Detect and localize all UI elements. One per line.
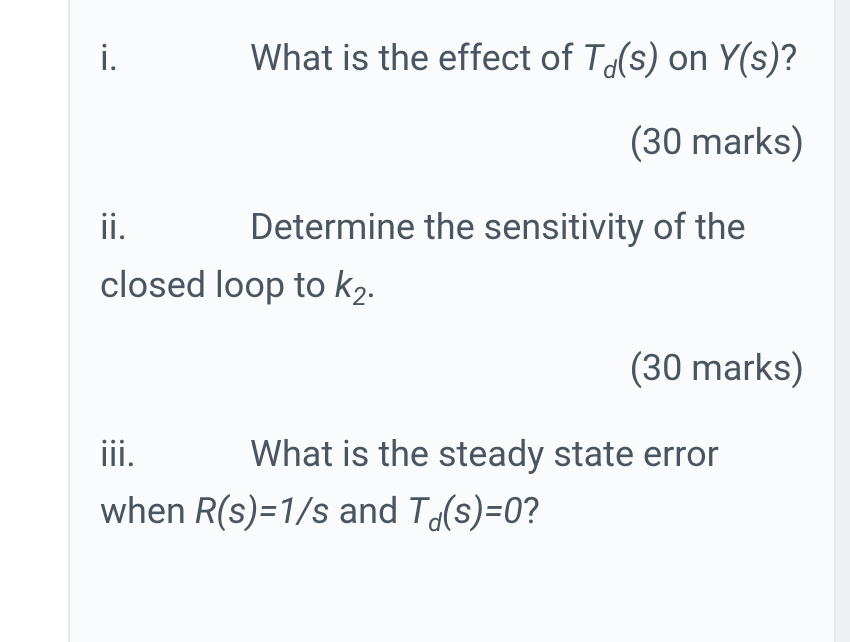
- right-margin: [836, 0, 850, 642]
- question-text: ii.Determine the sensitivity of the clos…: [100, 199, 804, 318]
- variable: R(s)=1/s: [195, 490, 330, 532]
- variable: Y(s): [717, 37, 780, 79]
- question-item: i.What is the effect of Td(s) on Y(s)? (…: [100, 30, 804, 171]
- question-text: iii.What is the steady state error when …: [100, 426, 804, 545]
- left-margin: [30, 0, 70, 642]
- question-body-part: and: [330, 490, 408, 532]
- page-container: i.What is the effect of Td(s) on Y(s)? (…: [0, 0, 850, 642]
- question-body-part: .: [366, 264, 376, 306]
- question-text: i.What is the effect of Td(s) on Y(s)?: [100, 30, 804, 92]
- question-numeral: ii.: [100, 199, 250, 257]
- question-body-part: What is the effect of: [250, 37, 582, 79]
- question-item: ii.Determine the sensitivity of the clos…: [100, 199, 804, 398]
- question-body-part: on: [659, 37, 717, 79]
- question-numeral: iii.: [100, 426, 250, 484]
- variable: k2: [335, 264, 366, 306]
- question-body-part: ?: [780, 37, 797, 79]
- variable: Td(s)=0: [407, 490, 523, 532]
- question-body-part: ?: [523, 490, 540, 532]
- variable: Td(s): [582, 37, 659, 79]
- marks-label: (30 marks): [100, 340, 804, 398]
- marks-label: (30 marks): [100, 114, 804, 172]
- question-numeral: i.: [100, 30, 250, 88]
- question-item: iii.What is the steady state error when …: [100, 426, 804, 545]
- content-panel: i.What is the effect of Td(s) on Y(s)? (…: [70, 0, 836, 642]
